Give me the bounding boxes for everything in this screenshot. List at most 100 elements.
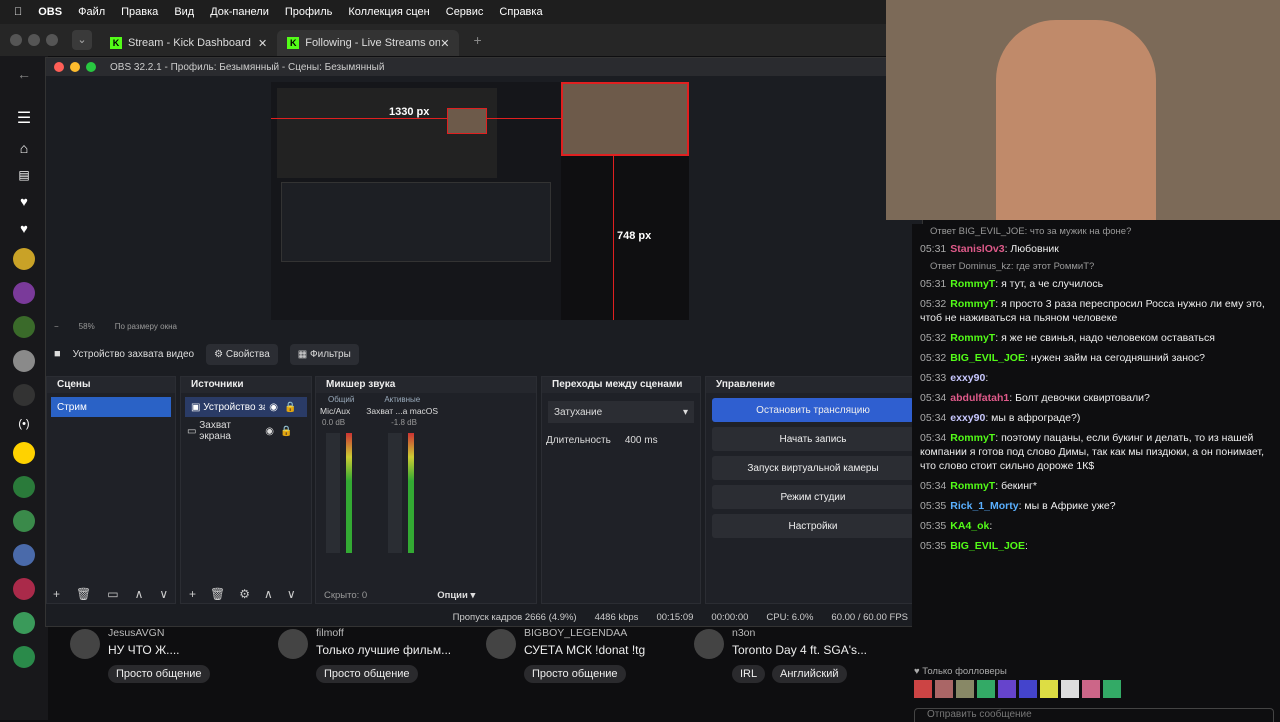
zoom-icon[interactable]	[86, 62, 96, 72]
zoom-out-icon[interactable]: −	[54, 322, 59, 331]
close-icon[interactable]	[54, 62, 64, 72]
eye-icon[interactable]: ◉	[265, 426, 274, 437]
channel-avatar[interactable]	[13, 476, 35, 498]
category-tag[interactable]: Английский	[772, 665, 847, 683]
emote[interactable]	[935, 680, 953, 698]
category-tag[interactable]: Просто общение	[524, 665, 626, 683]
duration-input[interactable]: 400 ms	[625, 435, 689, 446]
source-item[interactable]: ▭ Захват экрана ◉ 🔒	[181, 420, 311, 442]
tab-kick-dashboard[interactable]: K Stream - Kick Dashboard ✕	[100, 30, 277, 56]
mixer-tab-active[interactable]: Активные	[384, 395, 420, 404]
emote[interactable]	[956, 680, 974, 698]
menu-profile[interactable]: Профиль	[285, 6, 333, 18]
stream-title[interactable]: Toronto Day 4 ft. SGA's...	[732, 643, 867, 657]
settings-button[interactable]: Настройки	[712, 514, 914, 538]
username[interactable]: RommyT	[950, 298, 995, 310]
up-icon[interactable]: ∧	[135, 587, 144, 601]
new-tab-icon[interactable]: +	[473, 32, 481, 48]
username[interactable]: abdulfatah1	[950, 392, 1009, 404]
channel-avatar[interactable]	[13, 646, 35, 668]
menu-scene-collection[interactable]: Коллекция сцен	[348, 6, 429, 18]
tab-list-chevron-icon[interactable]: ⌄	[72, 30, 92, 50]
minimize-icon[interactable]	[70, 62, 80, 72]
username[interactable]: Rick_1_Morty	[950, 500, 1018, 512]
tab-following[interactable]: K Following - Live Streams on K ✕	[277, 30, 460, 56]
following-card[interactable]: n3on Toronto Day 4 ft. SGA's... IRL Английс…	[672, 627, 882, 687]
add-icon[interactable]: +	[53, 587, 60, 601]
username[interactable]: BIG_EVIL_JOE	[950, 352, 1025, 364]
channel-avatar[interactable]	[278, 629, 308, 659]
channel-avatar[interactable]	[13, 384, 35, 406]
emote[interactable]	[998, 680, 1016, 698]
emote[interactable]	[1019, 680, 1037, 698]
emote[interactable]	[1082, 680, 1100, 698]
source-item[interactable]: ▣ Устройство зах ◉ 🔒	[185, 397, 307, 417]
menu-icon[interactable]: ☰	[17, 108, 31, 128]
window-close-icon[interactable]	[10, 34, 22, 46]
channel-name[interactable]: filmoff	[316, 627, 344, 639]
window-minimize-icon[interactable]	[28, 34, 40, 46]
webcam-source-selected[interactable]	[561, 82, 689, 156]
apple-icon[interactable]: 	[14, 6, 22, 18]
volume-fader[interactable]	[388, 433, 402, 553]
stream-title[interactable]: Только лучшие фильм...	[316, 643, 451, 657]
trash-icon[interactable]: 🗑	[76, 587, 91, 601]
up-icon[interactable]: ∧	[264, 587, 273, 601]
channel-avatar[interactable]	[13, 442, 35, 464]
channel-avatar[interactable]	[13, 350, 35, 372]
username[interactable]: RommyT	[950, 332, 995, 344]
channel-avatar[interactable]	[13, 612, 35, 634]
down-icon[interactable]: ∨	[287, 587, 296, 601]
gear-icon[interactable]: ⚙	[239, 587, 250, 601]
live-icon[interactable]: (•)	[18, 418, 29, 430]
copy-icon[interactable]: ▭	[107, 587, 118, 601]
channel-avatar[interactable]	[13, 282, 35, 304]
heart-icon[interactable]: ♥	[20, 221, 28, 236]
add-icon[interactable]: +	[189, 587, 196, 601]
virtual-camera-button[interactable]: Запуск виртуальной камеры	[712, 456, 914, 480]
username[interactable]: exxy90	[950, 412, 985, 424]
username[interactable]: RommyT	[950, 480, 995, 492]
menu-help[interactable]: Справка	[499, 6, 542, 18]
stop-stream-button[interactable]: Остановить трансляцию	[712, 398, 914, 422]
channel-avatar[interactable]	[13, 544, 35, 566]
channel-avatar[interactable]	[13, 510, 35, 532]
category-tag[interactable]: Просто общение	[108, 665, 210, 683]
channel-name[interactable]: n3on	[732, 627, 755, 639]
obs-preview[interactable]: 1330 px 748 px	[271, 82, 689, 320]
volume-fader[interactable]	[326, 433, 340, 553]
username[interactable]: BIG_EVIL_JOE	[950, 540, 1025, 552]
menu-file[interactable]: Файл	[78, 6, 105, 18]
menu-docks[interactable]: Док-панели	[210, 6, 269, 18]
browse-icon[interactable]: ▤	[18, 168, 29, 182]
lock-icon[interactable]: 🔒	[280, 426, 292, 437]
menu-edit[interactable]: Правка	[121, 6, 158, 18]
filters-button[interactable]: ▦ Фильтры	[289, 343, 359, 365]
start-recording-button[interactable]: Начать запись	[712, 427, 914, 451]
back-icon[interactable]: ←	[17, 66, 31, 82]
emote[interactable]	[977, 680, 995, 698]
transition-select[interactable]: Затухание ▾	[548, 401, 694, 423]
home-icon[interactable]: ⌂	[20, 140, 28, 156]
zoom-fit[interactable]: По размеру окна	[115, 322, 177, 331]
following-heart-icon[interactable]: ♥	[20, 194, 28, 209]
username[interactable]: RommyT	[950, 278, 995, 290]
lock-icon[interactable]: 🔒	[284, 402, 296, 413]
following-card[interactable]: BIGBOY_LEGENDAA СУЕТА МСК !donat !tg Прост…	[464, 627, 674, 687]
emote[interactable]	[1061, 680, 1079, 698]
menu-tools[interactable]: Сервис	[446, 6, 484, 18]
category-tag[interactable]: Просто общение	[316, 665, 418, 683]
properties-button[interactable]: ⚙ Свойства	[206, 343, 278, 365]
username[interactable]: StanislOv3	[950, 243, 1004, 255]
channel-avatar[interactable]	[694, 629, 724, 659]
down-icon[interactable]: ∨	[159, 587, 168, 601]
category-tag[interactable]: IRL	[732, 665, 766, 683]
menu-view[interactable]: Вид	[174, 6, 194, 18]
channel-avatar[interactable]	[13, 248, 35, 270]
options-button[interactable]: Опции ▾	[437, 590, 475, 601]
eye-icon[interactable]: ◉	[269, 402, 278, 413]
username[interactable]: RommyT	[950, 432, 995, 444]
close-icon[interactable]: ✕	[258, 37, 267, 50]
emote[interactable]	[914, 680, 932, 698]
username[interactable]: KA4_ok	[950, 520, 989, 532]
